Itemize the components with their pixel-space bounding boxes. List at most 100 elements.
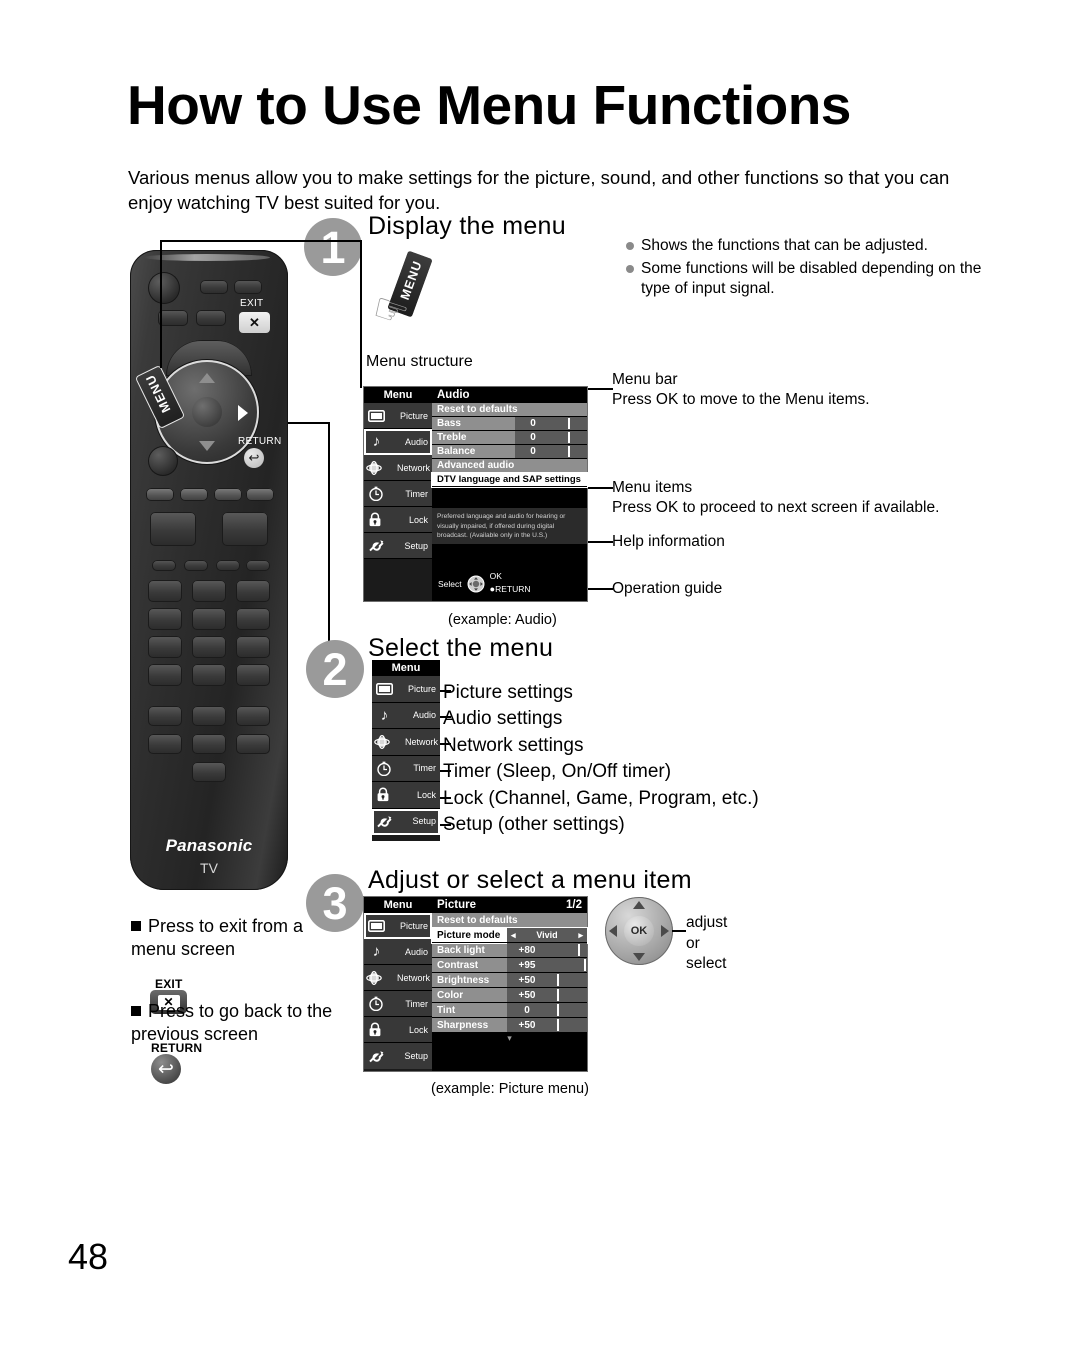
keypad-button: [148, 706, 182, 726]
keypad-button: [236, 580, 270, 602]
menu-row-slider[interactable]: [547, 943, 587, 957]
sidebar-item-lock[interactable]: Lock: [372, 782, 440, 809]
keypad-button: [148, 636, 182, 658]
sidebar-item-lock[interactable]: Lock: [364, 1017, 432, 1043]
callout-line: [672, 930, 686, 932]
sidebar-item-timer[interactable]: Timer: [372, 755, 440, 782]
return-key[interactable]: ↩: [244, 448, 264, 468]
callout-operation-guide: Operation guide: [612, 579, 722, 599]
menu-row-slider[interactable]: [547, 1018, 587, 1032]
page-number: 48: [68, 1236, 109, 1277]
keypad-button: [236, 664, 270, 686]
sidebar-item-audio[interactable]: ♪ Audio: [364, 429, 432, 455]
dpad-up-icon[interactable]: [633, 901, 645, 909]
ok-button[interactable]: OK: [624, 916, 654, 946]
audio-icon: ♪: [380, 706, 389, 724]
menu-row-slider[interactable]: [547, 988, 587, 1002]
menu-row-advanced-audio[interactable]: Advanced audio: [432, 459, 587, 473]
menu-row-back-light[interactable]: Back light +80: [432, 943, 587, 958]
menu-row-selector[interactable]: ◂ Vivid ▸: [507, 928, 587, 942]
return-key-button[interactable]: ↩: [151, 1054, 181, 1084]
sidebar-item-label: Setup: [412, 816, 436, 827]
dpad-ok-button[interactable]: [192, 397, 222, 427]
guide-select-label: Select: [438, 578, 462, 589]
sidebar-item-setup[interactable]: Setup: [364, 1043, 432, 1069]
scroll-down-icon[interactable]: ▾: [432, 1033, 587, 1043]
sidebar-item-label: Lock: [416, 789, 436, 800]
menu-row-bass[interactable]: Bass 0: [432, 417, 587, 431]
dpad-down-icon[interactable]: [199, 441, 215, 451]
menu-row-slider[interactable]: [551, 417, 587, 430]
menu-row-color[interactable]: Color +50: [432, 988, 587, 1003]
menu-row-contrast[interactable]: Contrast +95: [432, 958, 587, 973]
audio-icon: ♪: [372, 943, 381, 960]
callout-title: Menu items: [612, 479, 693, 496]
menu-row-slider[interactable]: [551, 445, 587, 458]
dpad-down-icon[interactable]: [633, 953, 645, 961]
sidebar-item-network[interactable]: Network: [364, 965, 432, 991]
guide-ok-label: OK: [489, 571, 502, 582]
menu-row-treble[interactable]: Treble 0: [432, 431, 587, 445]
menu-row-label: Treble: [437, 432, 467, 443]
pointing-hand-icon: ☞: [366, 284, 415, 338]
manual-page: How to Use Menu Functions Various menus …: [0, 0, 1080, 1357]
chevron-left-icon[interactable]: ◂: [511, 930, 516, 941]
step-2-descriptions: Picture settings Audio settings Network …: [443, 679, 759, 838]
dpad-right-icon[interactable]: [661, 925, 669, 937]
page-title: How to Use Menu Functions: [127, 74, 851, 136]
menu-row-reset[interactable]: Reset to defaults: [432, 403, 587, 417]
sidebar-item-picture[interactable]: Picture: [364, 403, 432, 429]
menu-row-label: Advanced audio: [437, 460, 515, 471]
dpad-up-icon[interactable]: [199, 373, 215, 383]
menu-row-balance[interactable]: Balance 0: [432, 445, 587, 459]
color-button: [246, 488, 274, 501]
keypad-button: [236, 608, 270, 630]
exit-key[interactable]: ✕: [239, 312, 270, 333]
network-icon: [374, 734, 390, 749]
leader-line: [160, 240, 162, 368]
callout-desc: Press OK to move to the Menu items.: [612, 391, 870, 409]
menu-row-slider[interactable]: [547, 958, 587, 972]
dpad-right-icon[interactable]: [238, 405, 248, 421]
keypad-button: [192, 762, 226, 782]
step-1-badge: 1: [304, 218, 362, 276]
menu-row-slider[interactable]: [551, 431, 587, 444]
sidebar-item-label: Lock: [408, 514, 428, 525]
sidebar-item-timer[interactable]: Timer: [364, 991, 432, 1017]
sidebar-item-setup[interactable]: Setup: [364, 533, 432, 559]
sidebar-item-lock[interactable]: Lock: [364, 507, 432, 533]
menu-row-sharpness[interactable]: Sharpness +50: [432, 1018, 587, 1033]
remote-button: [200, 280, 228, 294]
menu-row-tint[interactable]: Tint 0: [432, 1003, 587, 1018]
caption-audio-example: (example: Audio): [448, 612, 557, 628]
sidebar-item-audio[interactable]: ♪ Audio: [364, 939, 432, 965]
sidebar-item-timer[interactable]: Timer: [364, 481, 432, 507]
sidebar-title: Menu: [364, 387, 432, 403]
color-button: [214, 488, 242, 501]
dpad-left-icon[interactable]: [609, 925, 617, 937]
menu-row-value: +50: [507, 973, 547, 987]
chevron-right-icon[interactable]: ▸: [578, 930, 583, 941]
keypad-button: [192, 608, 226, 630]
sidebar-item-network[interactable]: Network: [372, 729, 440, 756]
sidebar-item-network[interactable]: Network: [364, 455, 432, 481]
dpad-ok-illustration[interactable]: OK: [605, 897, 673, 965]
sidebar-item-picture[interactable]: Picture: [372, 676, 440, 703]
menu-row-slider[interactable]: [547, 973, 587, 987]
menu-row-brightness[interactable]: Brightness +50: [432, 973, 587, 988]
bullet-item: Shows the functions that can be adjusted…: [626, 236, 986, 257]
sidebar-item-audio[interactable]: ♪ Audio: [372, 702, 440, 729]
menu-row-reset[interactable]: Reset to defaults: [432, 913, 587, 928]
leader-line: [288, 422, 330, 424]
sidebar-item-setup[interactable]: Setup: [372, 808, 440, 835]
remote-small-button: [216, 560, 240, 571]
osd-main-panel: Audio Reset to defaults Bass 0 Treble 0 …: [431, 387, 588, 601]
menu-row-slider[interactable]: [547, 1003, 587, 1017]
remote-large-button: [150, 512, 196, 546]
sidebar-item-picture[interactable]: Picture: [364, 913, 432, 939]
callout-title: Operation guide: [612, 580, 723, 597]
menu-row-label: Reset to defaults: [437, 914, 518, 926]
sidebar-title: Menu: [372, 660, 440, 676]
menu-row-dtv-sap[interactable]: DTV language and SAP settings: [431, 472, 588, 488]
menu-row-picture-mode[interactable]: Picture mode ◂ Vivid ▸: [431, 927, 588, 944]
